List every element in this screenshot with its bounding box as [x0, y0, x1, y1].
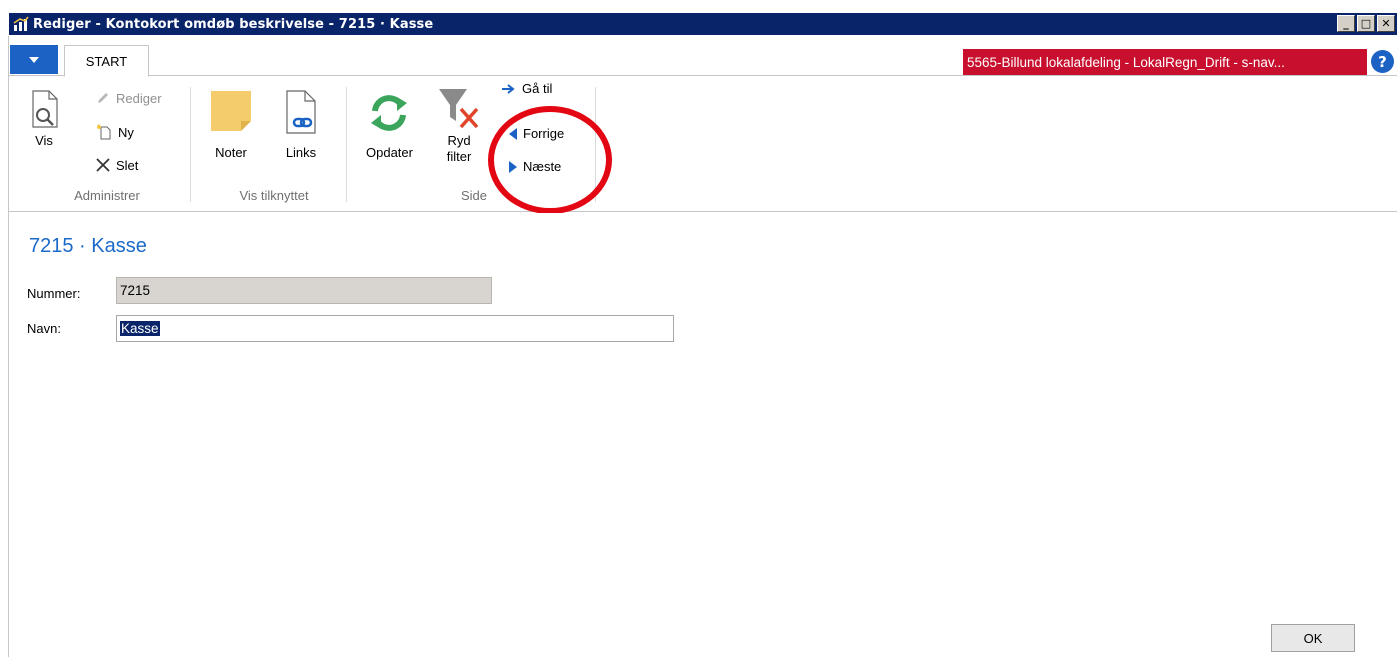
nummer-field[interactable]: 7215	[116, 277, 492, 304]
ribbon-separator	[346, 87, 347, 202]
links-button[interactable]: Links	[281, 89, 321, 161]
rediger-button[interactable]: Rediger	[95, 90, 162, 106]
view-document-icon	[32, 90, 58, 128]
navn-label: Navn:	[27, 321, 61, 336]
nummer-label: Nummer:	[27, 286, 81, 301]
group-label-vis-tilknyttet: Vis tilknyttet	[239, 188, 309, 203]
ga-til-label: Gå til	[522, 81, 553, 96]
noter-button[interactable]: Noter	[209, 89, 253, 161]
help-icon[interactable]: ?	[1371, 50, 1394, 73]
opdater-label: Opdater	[366, 145, 413, 160]
navn-value: Kasse	[120, 321, 160, 336]
minimize-button[interactable]: _	[1337, 15, 1355, 32]
app-menu-button[interactable]	[10, 45, 58, 74]
refresh-icon	[371, 95, 408, 131]
chevron-down-icon	[29, 56, 39, 63]
noter-label: Noter	[215, 145, 247, 160]
window-controls: _ □ ✕	[1337, 15, 1395, 32]
card-content: 7215 · Kasse Nummer: 7215 Navn: Kasse OK	[9, 213, 1397, 657]
title-bar: Rediger - Kontokort omdøb beskrivelse - …	[9, 13, 1397, 35]
navn-field[interactable]: Kasse	[116, 315, 674, 342]
opdater-button[interactable]: Opdater	[366, 91, 413, 161]
rediger-label: Rediger	[116, 90, 162, 106]
tab-start[interactable]: START	[64, 45, 149, 77]
vis-label: Vis	[35, 133, 53, 148]
ryd-label: Ryd	[447, 133, 471, 148]
link-document-icon	[286, 90, 316, 134]
note-icon	[211, 91, 251, 131]
pencil-icon	[98, 93, 108, 103]
filter-label: filter	[446, 149, 472, 164]
group-label-side: Side	[460, 188, 488, 203]
vis-button[interactable]: Vis	[27, 89, 61, 149]
close-button[interactable]: ✕	[1377, 15, 1395, 32]
app-icon	[13, 16, 29, 31]
maximize-button[interactable]: □	[1357, 15, 1375, 32]
page-title: 7215 · Kasse	[29, 235, 147, 257]
window: Rediger - Kontokort omdøb beskrivelse - …	[0, 0, 1397, 657]
ryd-filter-button[interactable]: Ryd filter	[437, 85, 481, 165]
annotation-circle	[488, 106, 612, 214]
clear-filter-icon	[439, 89, 479, 129]
slet-label: Slet	[116, 157, 139, 173]
ny-label: Ny	[118, 124, 134, 140]
ga-til-button[interactable]: Gå til	[501, 81, 552, 96]
window-title: Rediger - Kontokort omdøb beskrivelse - …	[33, 16, 434, 32]
slet-button[interactable]: Slet	[95, 157, 138, 173]
ok-button[interactable]: OK	[1271, 624, 1355, 652]
company-badge[interactable]: 5565-Billund lokalafdeling - LokalRegn_D…	[963, 49, 1367, 75]
new-document-icon	[97, 124, 111, 140]
delete-x-icon	[96, 158, 110, 172]
arrow-right-icon	[502, 83, 515, 94]
ny-button[interactable]: Ny	[95, 123, 134, 141]
ribbon: Vis Rediger Ny Slet Administrer Noter Li…	[9, 77, 1397, 212]
group-label-administrer: Administrer	[74, 188, 140, 203]
ribbon-separator	[190, 87, 191, 202]
links-label: Links	[285, 145, 317, 160]
tab-row: START 5565-Billund lokalafdeling - Lokal…	[9, 36, 1397, 77]
nummer-value: 7215	[120, 283, 151, 298]
